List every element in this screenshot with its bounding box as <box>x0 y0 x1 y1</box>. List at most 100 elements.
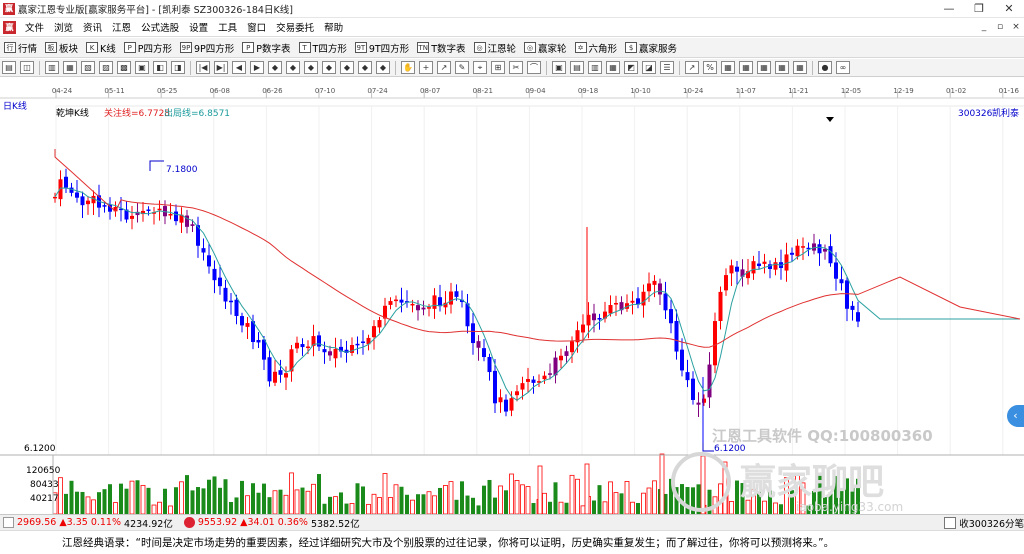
volume-bar <box>135 480 140 514</box>
candle-body <box>102 205 107 207</box>
tool-icon-28[interactable]: ⌒ <box>527 61 541 74</box>
toolbar-button-1[interactable]: 板板块 <box>41 39 82 57</box>
tool-icon-22[interactable]: + <box>419 61 433 74</box>
tool-icon-35[interactable]: ☰ <box>660 61 674 74</box>
tool-icon-3[interactable]: ▦ <box>63 61 77 74</box>
tool-icon-33[interactable]: ◩ <box>624 61 638 74</box>
tool-icon-7[interactable]: ▣ <box>135 61 149 74</box>
candle-body <box>295 342 299 349</box>
minimize-button[interactable]: — <box>934 0 964 18</box>
menu-gann[interactable]: 江恩 <box>107 20 136 34</box>
mdi-close-button[interactable]: × <box>1008 18 1024 37</box>
menu-file[interactable]: 文件 <box>20 20 49 34</box>
toolbar-button-12[interactable]: $ 赢家服务 <box>621 39 681 57</box>
toolbar-button-11[interactable]: ✡ 六角形 <box>571 39 622 57</box>
tool-icon-41[interactable]: ▦ <box>775 61 789 74</box>
volume-bar <box>157 501 162 514</box>
tool-icon-24[interactable]: ✎ <box>455 61 469 74</box>
tool-icon-32[interactable]: ▦ <box>606 61 620 74</box>
tool-icon-29[interactable]: ▣ <box>552 61 566 74</box>
tool-icon-8[interactable]: ◧ <box>153 61 167 74</box>
tool-icon-4[interactable]: ▧ <box>81 61 95 74</box>
menu-settings[interactable]: 设置 <box>184 20 213 34</box>
toolbar-button-6[interactable]: T T四方形 <box>295 39 351 57</box>
tool-icon-20[interactable]: ◆ <box>376 61 390 74</box>
menu-tools[interactable]: 工具 <box>213 20 242 34</box>
volume-bar <box>592 500 596 514</box>
volume-axis-2: 80433 <box>30 480 59 490</box>
toolbar-button-3[interactable]: P P四方形 <box>120 39 176 57</box>
tool-icon-38[interactable]: ▦ <box>721 61 735 74</box>
tool-icon-36[interactable]: ↗ <box>685 61 699 74</box>
status-right[interactable]: 收300326分笔 <box>944 515 1024 530</box>
toolbar-button-4[interactable]: 9P 9P四方形 <box>176 39 238 57</box>
tool-icon-27[interactable]: ✂ <box>509 61 523 74</box>
tool-icon-31[interactable]: ▥ <box>588 61 602 74</box>
tool-icon-10[interactable]: |◀ <box>196 61 210 74</box>
tool-icon-30[interactable]: ▤ <box>570 61 584 74</box>
tool-icon-9[interactable]: ◨ <box>171 61 185 74</box>
tool-icon-21[interactable]: ✋ <box>401 61 415 74</box>
menu-window[interactable]: 窗口 <box>242 20 271 34</box>
exit-line-label: 出局线=6.8571 <box>164 107 230 119</box>
sz-index[interactable]: 9553.92 ▲34.01 0.36% 5382.52亿 <box>181 516 360 530</box>
tool-icon-34[interactable]: ◪ <box>642 61 656 74</box>
menu-trade[interactable]: 交易委托 <box>271 20 319 34</box>
tool-icon-39[interactable]: ▦ <box>739 61 753 74</box>
candle-body <box>157 208 162 211</box>
candle-body <box>86 200 90 205</box>
tool-icon-15[interactable]: ◆ <box>286 61 300 74</box>
tool-icon-16[interactable]: ◆ <box>304 61 318 74</box>
tool-icon-6[interactable]: ▩ <box>117 61 131 74</box>
tool-icon-25[interactable]: ⌖ <box>473 61 487 74</box>
volume-bar <box>349 503 355 514</box>
candle-body <box>64 176 68 188</box>
tool-icon-40[interactable]: ▦ <box>757 61 771 74</box>
mdi-minimize-button[interactable]: _ <box>976 18 992 37</box>
kline-chart-svg[interactable]: 04-24 05-11 05-25 06-08 06-26 07-10 07-24 08-07… <box>0 77 1024 514</box>
menu-help[interactable]: 帮助 <box>319 20 348 34</box>
menu-formula[interactable]: 公式选股 <box>136 20 184 34</box>
toolbar-button-7[interactable]: 9T 9T四方形 <box>351 39 413 57</box>
volume-bar <box>361 486 365 514</box>
date-tick-label: 12-19 <box>893 87 913 95</box>
side-expand-button[interactable]: ‹ <box>1007 405 1024 427</box>
tool-icon-0[interactable]: ▤ <box>2 61 16 74</box>
tool-icon-19[interactable]: ◆ <box>358 61 372 74</box>
tool-icon-13[interactable]: ▶ <box>250 61 264 74</box>
toolbar-button-0[interactable]: 行行情 <box>0 39 41 57</box>
candle-body <box>207 255 211 267</box>
toolbar-button-5[interactable]: P P数字表 <box>238 39 294 57</box>
tool-icon-11[interactable]: ▶| <box>214 61 228 74</box>
candle-body <box>58 179 63 200</box>
tool-icon-1[interactable]: ◫ <box>20 61 34 74</box>
toolbar-button-9[interactable]: ◎ 江恩轮 <box>470 39 521 57</box>
tool-icon-37[interactable]: % <box>703 61 717 74</box>
volume-bar <box>504 490 508 514</box>
tool-icon-18[interactable]: ◆ <box>340 61 354 74</box>
toolbar-button-8[interactable]: TN T数字表 <box>413 39 469 57</box>
menu-browse[interactable]: 浏览 <box>49 20 78 34</box>
tool-icon-17[interactable]: ◆ <box>322 61 336 74</box>
menu-info[interactable]: 资讯 <box>78 20 107 34</box>
kline-chart-area[interactable]: 04-24 05-11 05-25 06-08 06-26 07-10 07-24 08-07… <box>0 77 1024 514</box>
volume-bar <box>659 453 665 514</box>
volume-bar <box>575 478 580 514</box>
sh-index[interactable]: 2969.56 ▲3.35 0.11% 4234.92亿 <box>0 516 173 530</box>
tool-icon-23[interactable]: ↗ <box>437 61 451 74</box>
tool-icon-43[interactable]: ● <box>818 61 832 74</box>
mdi-restore-button[interactable]: ▫ <box>992 18 1008 37</box>
tool-icon-5[interactable]: ▨ <box>99 61 113 74</box>
tool-icon-44[interactable]: ∞ <box>836 61 850 74</box>
maximize-button[interactable]: ❐ <box>964 0 994 18</box>
toolbar-button-10[interactable]: ◎ 赢家轮 <box>520 39 571 57</box>
tool-icon-42[interactable]: ▦ <box>793 61 807 74</box>
date-tick-label: 11-21 <box>788 87 808 95</box>
toolbar-button-2[interactable]: K K线 <box>82 39 120 57</box>
tool-icon-14[interactable]: ◆ <box>268 61 282 74</box>
tool-icon-12[interactable]: ◀ <box>232 61 246 74</box>
tool-icon-2[interactable]: ▥ <box>45 61 59 74</box>
sz-amount: 5382.52亿 <box>310 518 360 530</box>
close-button[interactable]: ✕ <box>994 0 1024 18</box>
tool-icon-26[interactable]: ⊞ <box>491 61 505 74</box>
